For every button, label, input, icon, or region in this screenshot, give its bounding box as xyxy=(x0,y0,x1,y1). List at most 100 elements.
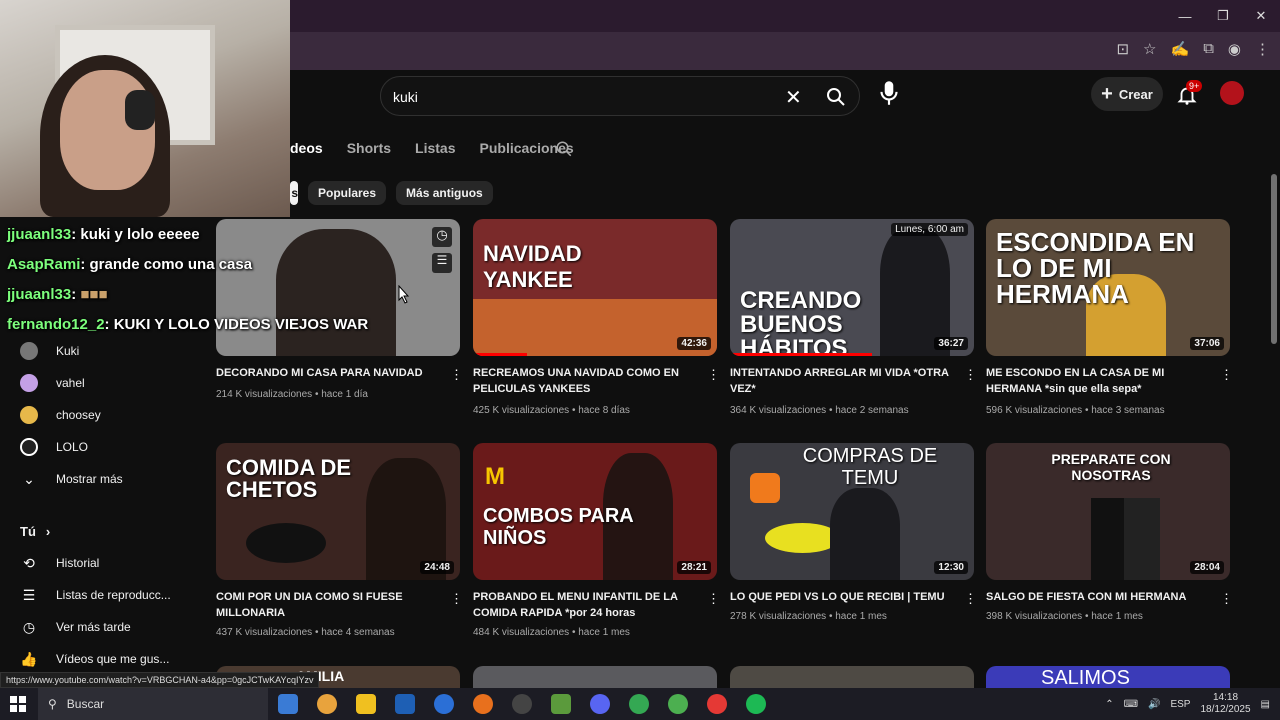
sidebar-item-choosey[interactable]: choosey xyxy=(20,405,101,425)
thumbnail-plate xyxy=(246,523,326,563)
app-icon[interactable] xyxy=(473,694,493,714)
bookmark-star-icon[interactable]: ☆ xyxy=(1143,40,1156,58)
volume-icon[interactable]: 🔊 xyxy=(1148,699,1160,710)
video-thumbnail[interactable]: NAVIDAD YANKEE 42:36 xyxy=(473,219,717,356)
video-thumbnail[interactable]: CREANDO BUENOS HÁBITOS Lunes, 6:00 am 36… xyxy=(730,219,974,356)
plus-icon: + xyxy=(1101,82,1113,105)
watch-later-icon[interactable]: ◷ xyxy=(432,227,452,247)
video-title[interactable]: SALGO DE FIESTA CON MI HERMANA xyxy=(986,589,1206,605)
video-thumbnail[interactable]: COMIDA DE CHETOS 24:48 xyxy=(216,443,460,580)
scrollbar-thumb[interactable] xyxy=(1271,174,1277,344)
extensions-icon[interactable]: ⧉ xyxy=(1203,40,1214,58)
you-section-header[interactable]: Tú › xyxy=(20,524,50,539)
video-menu-icon[interactable]: ⋮ xyxy=(1220,367,1233,383)
video-menu-icon[interactable]: ⋮ xyxy=(450,591,463,607)
spotify-icon[interactable] xyxy=(746,694,766,714)
tab-videos[interactable]: deos xyxy=(290,140,323,156)
taskbar-apps xyxy=(278,694,766,714)
minecraft-icon[interactable] xyxy=(551,694,571,714)
page-scrollbar[interactable] xyxy=(1268,70,1280,688)
video-thumbnail-partial[interactable] xyxy=(473,666,717,688)
word-icon[interactable] xyxy=(434,694,454,714)
sidebar-item-lolo[interactable]: LOLO xyxy=(20,437,88,457)
add-to-queue-icon[interactable]: ☰ xyxy=(432,253,452,273)
video-menu-icon[interactable]: ⋮ xyxy=(450,367,463,383)
notification-center-icon[interactable]: ▤ xyxy=(1261,699,1270,710)
video-menu-icon[interactable]: ⋮ xyxy=(964,591,977,607)
video-thumbnail-partial[interactable]: SALIMOS xyxy=(986,666,1230,688)
create-button[interactable]: + Crear xyxy=(1091,77,1163,111)
sidebar-item-label: LOLO xyxy=(56,440,89,454)
channel-search-icon[interactable] xyxy=(555,140,573,158)
taskbar-search[interactable]: ⚲ Buscar xyxy=(38,688,268,720)
tab-playlists[interactable]: Listas xyxy=(415,140,455,156)
video-title[interactable]: PROBANDO EL MENU INFANTIL DE LA COMIDA R… xyxy=(473,589,693,621)
search-icon[interactable] xyxy=(821,85,851,109)
chrome-profile-icon[interactable] xyxy=(668,694,688,714)
channel-avatar xyxy=(20,342,38,360)
install-icon[interactable]: ⊡ xyxy=(1116,40,1129,58)
network-icon[interactable]: ⌨ xyxy=(1124,699,1138,710)
video-thumbnail[interactable]: M COMBOS PARA NIÑOS 28:21 xyxy=(473,443,717,580)
sidebar-item-liked-videos[interactable]: 👍 Vídeos que me gus... xyxy=(20,649,169,669)
video-thumbnail[interactable]: ESCONDIDA EN LO DE MI HERMANA 37:06 xyxy=(986,219,1230,356)
sidebar-item-label: choosey xyxy=(56,408,101,422)
account-avatar[interactable] xyxy=(1220,81,1244,105)
obs-icon[interactable] xyxy=(512,694,532,714)
microphone-icon[interactable] xyxy=(876,78,902,108)
video-thumbnail[interactable]: PREPARATE CON NOSOTRAS 28:04 xyxy=(986,443,1230,580)
chip-popular[interactable]: Populares xyxy=(308,181,387,205)
close-window-button[interactable]: ✕ xyxy=(1242,0,1280,32)
copilot-icon[interactable] xyxy=(317,694,337,714)
clear-search-icon[interactable]: ✕ xyxy=(785,85,802,110)
chip-oldest[interactable]: Más antiguos xyxy=(396,181,493,205)
chip-latest[interactable]: s xyxy=(290,181,298,205)
temu-logo-icon xyxy=(750,473,780,503)
show-more-button[interactable]: ⌄ Mostrar más xyxy=(20,469,123,489)
chevron-up-icon[interactable]: ⌃ xyxy=(1105,699,1113,710)
search-box[interactable]: kuki ✕ xyxy=(380,76,860,116)
browser-menu-icon[interactable]: ⋮ xyxy=(1255,40,1270,58)
watch-progress-bar xyxy=(730,353,872,356)
sort-chips: s Populares Más antiguos xyxy=(290,181,493,205)
video-menu-icon[interactable]: ⋮ xyxy=(707,591,720,607)
video-menu-icon[interactable]: ⋮ xyxy=(964,367,977,383)
windows-start-icon[interactable] xyxy=(10,696,26,712)
video-title[interactable]: LO QUE PEDI VS LO QUE RECIBI | TEMU xyxy=(730,589,950,605)
thumbnail-text: COMPRAS DE TEMU xyxy=(802,445,938,489)
task-view-icon[interactable] xyxy=(278,694,298,714)
discord-icon[interactable] xyxy=(590,694,610,714)
sidebar-item-history[interactable]: ⟲ Historial xyxy=(20,553,99,573)
sidebar-item-kuki[interactable]: Kuki xyxy=(20,341,79,361)
tab-shorts[interactable]: Shorts xyxy=(347,140,391,156)
app-icon[interactable] xyxy=(707,694,727,714)
emote-icon: ■■■ xyxy=(80,286,108,303)
profile-icon[interactable]: ◉ xyxy=(1228,40,1241,58)
sidebar-item-label: Vídeos que me gus... xyxy=(56,652,170,666)
minimize-button[interactable]: — xyxy=(1166,0,1204,32)
system-clock[interactable]: 14:18 18/12/2025 xyxy=(1200,692,1250,716)
video-menu-icon[interactable]: ⋮ xyxy=(707,367,720,383)
language-indicator[interactable]: ESP xyxy=(1170,699,1190,710)
chrome-icon[interactable] xyxy=(629,694,649,714)
video-thumbnail[interactable]: COMPRAS DE TEMU 12:30 xyxy=(730,443,974,580)
translate-extension-icon[interactable]: ✍ xyxy=(1171,40,1190,58)
video-title[interactable]: DECORANDO MI CASA PARA NAVIDAD xyxy=(216,365,436,381)
sidebar-item-watch-later[interactable]: ◷ Ver más tarde xyxy=(20,617,131,637)
video-menu-icon[interactable]: ⋮ xyxy=(1220,591,1233,607)
clock-time: 14:18 xyxy=(1213,692,1239,703)
video-thumbnail-partial[interactable] xyxy=(730,666,974,688)
video-title[interactable]: ME ESCONDO EN LA CASA DE MI HERMANA *sin… xyxy=(986,365,1206,397)
file-explorer-icon[interactable] xyxy=(356,694,376,714)
restore-button[interactable]: ❐ xyxy=(1204,0,1242,32)
sidebar-item-vahel[interactable]: vahel xyxy=(20,373,85,393)
thumbs-up-icon: 👍 xyxy=(20,650,38,667)
video-title[interactable]: INTENTANDO ARREGLAR MI VIDA *OTRA VEZ* xyxy=(730,365,950,397)
notification-count-badge: 9+ xyxy=(1186,80,1203,92)
video-title[interactable]: RECREAMOS UNA NAVIDAD COMO EN PELICULAS … xyxy=(473,365,693,397)
search-input[interactable]: kuki xyxy=(393,89,418,105)
video-title[interactable]: COMI POR UN DIA COMO SI FUESE MILLONARIA xyxy=(216,589,436,621)
store-icon[interactable] xyxy=(395,694,415,714)
video-duration: 42:36 xyxy=(677,337,711,350)
sidebar-item-playlists[interactable]: ☰ Listas de reproducc... xyxy=(20,585,171,605)
